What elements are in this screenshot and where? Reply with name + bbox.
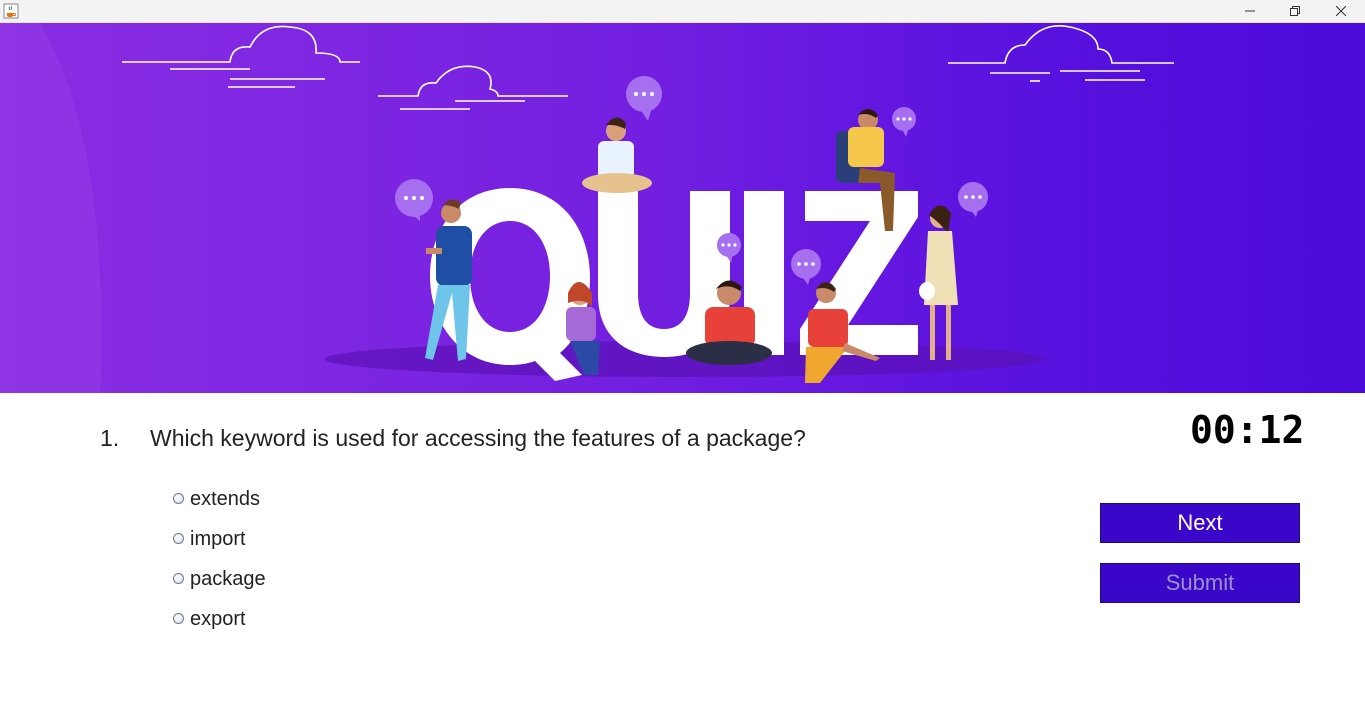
close-icon	[1336, 6, 1346, 16]
java-cup-icon	[3, 3, 19, 19]
minimize-button[interactable]	[1227, 0, 1273, 22]
submit-button[interactable]: Submit	[1100, 563, 1300, 603]
option-label: extends	[190, 487, 261, 510]
person-sitting-top	[582, 117, 652, 193]
radio-button[interactable]	[173, 572, 184, 584]
restore-icon	[1290, 6, 1300, 16]
cloud-left	[122, 25, 360, 88]
option-import[interactable]: import	[173, 527, 246, 551]
radio-button[interactable]	[173, 612, 184, 624]
option-export[interactable]: export	[173, 607, 246, 631]
radio-button[interactable]	[173, 492, 184, 504]
quiz-banner	[0, 23, 1365, 393]
option-label: package	[190, 567, 266, 590]
option-label: import	[190, 527, 246, 550]
person-woman-right	[919, 205, 958, 360]
question-number: 1.	[100, 425, 120, 451]
cloud-middle	[378, 65, 568, 110]
minimize-icon	[1245, 10, 1255, 12]
next-button[interactable]: Next	[1100, 503, 1300, 543]
cloud-right	[948, 25, 1174, 82]
restore-button[interactable]	[1272, 0, 1318, 22]
option-label: export	[190, 607, 246, 630]
radio-button[interactable]	[173, 532, 184, 544]
quiz-illustration	[0, 23, 1174, 393]
countdown-timer: 00:12	[1190, 408, 1305, 452]
close-button[interactable]	[1318, 0, 1364, 22]
question-text: Which keyword is used for accessing the …	[150, 425, 806, 451]
quiz-letters	[430, 188, 918, 381]
title-bar	[0, 0, 1365, 23]
option-extends[interactable]: extends	[173, 487, 260, 511]
option-package[interactable]: package	[173, 567, 266, 591]
